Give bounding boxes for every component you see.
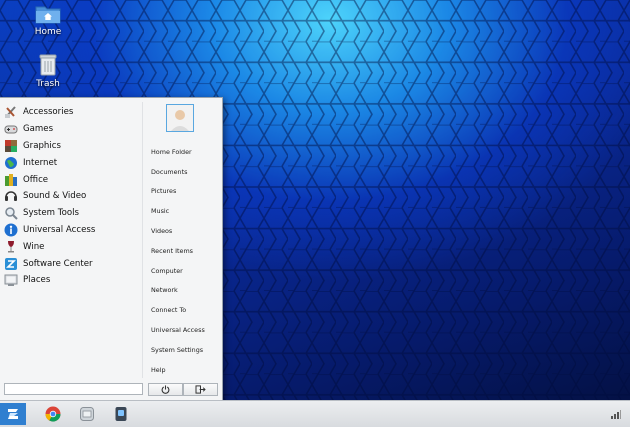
category-sound-video[interactable]: Sound & Video [4, 188, 140, 205]
category-office[interactable]: Office [4, 171, 140, 188]
place-documents[interactable]: Documents [151, 162, 221, 182]
place-network[interactable]: Network [151, 281, 221, 301]
place-connect-to[interactable]: Connect To [151, 300, 221, 320]
category-system-tools[interactable]: System Tools [4, 205, 140, 222]
system-tools-icon [5, 207, 18, 220]
internet-icon [5, 156, 17, 169]
wine-icon [8, 240, 14, 253]
sound-video-icon [5, 191, 17, 202]
user-avatar[interactable] [166, 104, 194, 132]
taskbar-app-software[interactable] [111, 403, 131, 425]
places-icon [4, 274, 18, 287]
category-accessories[interactable]: Accessories [4, 104, 140, 121]
universal-access-icon [4, 223, 18, 237]
accessories-icon [5, 106, 16, 119]
logout-icon [195, 385, 206, 394]
places-list: Home Folder Documents Pictures Music Vid… [151, 142, 221, 380]
place-computer[interactable]: Computer [151, 261, 221, 281]
taskbar-app-chrome[interactable] [43, 403, 63, 425]
category-wine[interactable]: Wine [4, 238, 140, 255]
place-help[interactable]: Help [151, 360, 221, 380]
taskbar [0, 400, 630, 427]
user-avatar-icon [167, 105, 193, 131]
place-system-settings[interactable]: System Settings [151, 340, 221, 360]
place-music[interactable]: Music [151, 201, 221, 221]
desktop-icon-label: Trash [36, 79, 60, 89]
category-graphics[interactable]: Graphics [4, 138, 140, 155]
place-universal-access[interactable]: Universal Access [151, 320, 221, 340]
chrome-icon [45, 406, 61, 422]
category-places[interactable]: Places [4, 272, 140, 289]
place-recent-items[interactable]: Recent Items [151, 241, 221, 261]
graphics-icon [5, 139, 17, 152]
taskbar-app-file-manager[interactable] [77, 403, 97, 425]
category-universal-access[interactable]: Universal Access [4, 222, 140, 239]
file-manager-icon [80, 407, 94, 421]
start-button[interactable] [0, 403, 26, 425]
start-menu: Accessories Games Graphics Internet Offi… [0, 97, 223, 401]
software-icon [115, 407, 127, 421]
zorin-logo-icon [8, 409, 18, 419]
tray-network[interactable] [606, 403, 626, 425]
trash-icon [39, 54, 57, 76]
desktop-icon-trash[interactable]: Trash [16, 54, 80, 89]
folder-home-icon [35, 6, 61, 24]
power-button[interactable] [148, 383, 183, 396]
games-icon [4, 125, 18, 134]
network-signal-icon [611, 410, 621, 419]
desktop-icon-label: Home [34, 27, 62, 37]
category-software-center[interactable]: Software Center [4, 255, 140, 272]
office-icon [5, 173, 17, 186]
place-videos[interactable]: Videos [151, 221, 221, 241]
logout-button[interactable] [183, 383, 218, 396]
place-home-folder[interactable]: Home Folder [151, 142, 221, 162]
search-input[interactable] [4, 383, 143, 395]
category-games[interactable]: Games [4, 121, 140, 138]
category-internet[interactable]: Internet [4, 154, 140, 171]
place-pictures[interactable]: Pictures [151, 182, 221, 202]
category-list: Accessories Games Graphics Internet Offi… [4, 104, 140, 289]
software-center-icon [5, 257, 17, 270]
desktop-icon-home[interactable]: Home [16, 4, 80, 37]
menu-divider [142, 102, 143, 378]
power-icon [161, 385, 170, 394]
